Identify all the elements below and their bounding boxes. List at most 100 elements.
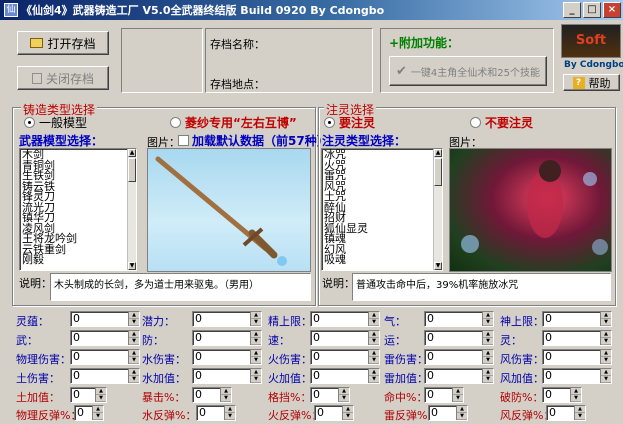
spin-buttons[interactable]: ▲ ▼ [368, 350, 379, 364]
maximize-button[interactable]: □ [583, 2, 601, 18]
weapon-model-label: 武器模型选择： [19, 134, 104, 148]
stat-input[interactable]: 0 ▲ ▼ [70, 311, 140, 327]
stat-input[interactable]: 0 ▲ ▼ [192, 330, 262, 346]
spin-buttons[interactable]: ▲ ▼ [600, 369, 611, 383]
stat-value: 0 [73, 350, 80, 363]
stat-label: 命中%： [384, 391, 428, 404]
stat-input[interactable]: 0 ▲ ▼ [192, 387, 232, 403]
spin-buttons[interactable]: ▲ ▼ [456, 406, 467, 420]
spin-buttons[interactable]: ▲ ▼ [128, 331, 139, 345]
weapon-model-list[interactable]: 木剑 青铜剑 生铁剑 铸云铁 锋灵刀 流光刀 镇华刀 凌风剑 王将龙吟剑 云铁重剑 刚毅 ▲ ▼ [19, 148, 137, 271]
close-save-button[interactable]: 关闭存档 [17, 66, 109, 90]
help-button[interactable]: ? 帮助 [563, 74, 620, 91]
stat-label: 水反弹%： [142, 409, 197, 422]
spin-buttons[interactable]: ▲ ▼ [338, 388, 349, 402]
scroll-thumb[interactable] [128, 158, 136, 182]
scroll-down-arrow[interactable]: ▼ [128, 262, 136, 270]
scroll-thumb[interactable] [434, 158, 442, 186]
stat-input[interactable]: 0 ▲ ▼ [310, 349, 380, 365]
one-click-skills-button[interactable]: ✔ 一键4主角全仙术和25个技能 [389, 56, 547, 86]
spin-buttons[interactable]: ▲ ▼ [482, 369, 493, 383]
stat-input[interactable]: 0 ▲ ▼ [70, 368, 140, 384]
spin-buttons[interactable]: ▲ ▼ [342, 406, 353, 420]
spin-buttons[interactable]: ▲ ▼ [452, 388, 463, 402]
stat-value: 0 [427, 369, 434, 382]
stat-input[interactable]: 0 ▲ ▼ [546, 405, 586, 421]
minimize-button[interactable]: _ [563, 2, 581, 18]
spin-buttons[interactable]: ▲ ▼ [128, 312, 139, 326]
list-item[interactable]: 吸魂 [324, 254, 440, 266]
stat-input[interactable]: 0 ▲ ▼ [192, 368, 262, 384]
stat-input[interactable]: 0 ▲ ▼ [428, 405, 468, 421]
spin-buttons[interactable]: ▲ ▼ [95, 388, 106, 402]
stat-input[interactable]: 0 ▲ ▼ [542, 349, 612, 365]
radio-normal-model[interactable]: 一般模型 [24, 114, 87, 131]
stat-input[interactable]: 0 ▲ ▼ [542, 330, 612, 346]
stat-value: 0 [73, 388, 80, 401]
stat-input[interactable]: 0 ▲ ▼ [310, 330, 380, 346]
stat-input[interactable]: 0 ▲ ▼ [310, 387, 350, 403]
spin-buttons[interactable]: ▲ ▼ [482, 350, 493, 364]
stat-input[interactable]: 0 ▲ ▼ [310, 368, 380, 384]
spin-buttons[interactable]: ▲ ▼ [368, 331, 379, 345]
spin-buttons[interactable]: ▲ ▼ [368, 369, 379, 383]
stat-input[interactable]: 0 ▲ ▼ [542, 311, 612, 327]
spin-buttons[interactable]: ▲ ▼ [128, 369, 139, 383]
stat-input[interactable]: 0 ▲ ▼ [310, 311, 380, 327]
stat-input[interactable]: 0 ▲ ▼ [424, 311, 494, 327]
weapon-list-scrollbar[interactable]: ▲ ▼ [127, 149, 136, 270]
spirit-description: 普通攻击命中后，39%机率施放冰咒 [352, 273, 611, 301]
spin-buttons[interactable]: ▲ ▼ [250, 369, 261, 383]
stat-input[interactable]: 0 ▲ ▼ [74, 405, 104, 421]
spin-buttons[interactable]: ▲ ▼ [128, 350, 139, 364]
load-default-checkbox[interactable]: 加载默认数据（前57种） [178, 132, 329, 149]
open-save-button[interactable]: 打开存档 [17, 31, 109, 55]
stat-input[interactable]: 0 ▲ ▼ [70, 330, 140, 346]
radio-lingsha-special[interactable]: 菱纱专用“左右互博” [170, 114, 297, 131]
spirit-type-list[interactable]: 冰咒 火咒 雷咒 风咒 土咒 醉仙 招财 狐仙显灵 镇魂 幻风 吸魂 ▲ ▼ [321, 148, 443, 271]
stat-input[interactable]: 0 ▲ ▼ [196, 405, 236, 421]
stat-label: 格挡%： [268, 391, 312, 404]
stat-value: 0 [313, 388, 320, 401]
forge-description: 木头制成的长剑，多为道士用来驱鬼。（男用） [50, 273, 311, 301]
spin-buttons[interactable]: ▲ ▼ [570, 388, 581, 402]
radio-lingsha-special-label: 菱纱专用“左右互博” [185, 116, 297, 130]
spin-buttons[interactable]: ▲ ▼ [600, 312, 611, 326]
spin-buttons[interactable]: ▲ ▼ [368, 312, 379, 326]
stat-label: 武： [16, 334, 38, 347]
spirit-list-scrollbar[interactable]: ▲ ▼ [433, 149, 442, 270]
spin-buttons[interactable]: ▲ ▼ [220, 388, 231, 402]
stat-input[interactable]: 0 ▲ ▼ [424, 387, 464, 403]
stat-input[interactable]: 0 ▲ ▼ [192, 311, 262, 327]
list-item[interactable]: 刚毅 [22, 254, 134, 266]
radio-spirit-no[interactable]: 不要注灵 [470, 114, 533, 131]
scroll-up-arrow[interactable]: ▲ [128, 149, 136, 157]
spin-buttons[interactable]: ▲ ▼ [482, 312, 493, 326]
scroll-down-arrow[interactable]: ▼ [434, 262, 442, 270]
close-button[interactable]: × [603, 2, 621, 18]
scroll-up-arrow[interactable]: ▲ [434, 149, 442, 157]
stat-input[interactable]: 0 ▲ ▼ [192, 349, 262, 365]
spin-buttons[interactable]: ▲ ▼ [600, 331, 611, 345]
stat-input[interactable]: 0 ▲ ▼ [542, 368, 612, 384]
stat-input[interactable]: 0 ▲ ▼ [70, 349, 140, 365]
spin-buttons[interactable]: ▲ ▼ [92, 406, 103, 420]
stat-input[interactable]: 0 ▲ ▼ [314, 405, 354, 421]
checkmark-icon: ✔ [396, 63, 407, 79]
stat-input[interactable]: 0 ▲ ▼ [424, 330, 494, 346]
spin-buttons[interactable]: ▲ ▼ [250, 312, 261, 326]
stat-value: 0 [545, 331, 552, 344]
spin-buttons[interactable]: ▲ ▼ [574, 406, 585, 420]
spin-buttons[interactable]: ▲ ▼ [600, 350, 611, 364]
radio-spirit-yes[interactable]: 要注灵 [324, 114, 375, 131]
spin-buttons[interactable]: ▲ ▼ [224, 406, 235, 420]
stat-value: 0 [545, 350, 552, 363]
stat-input[interactable]: 0 ▲ ▼ [70, 387, 107, 403]
stat-input[interactable]: 0 ▲ ▼ [424, 349, 494, 365]
stat-input[interactable]: 0 ▲ ▼ [542, 387, 582, 403]
spin-buttons[interactable]: ▲ ▼ [482, 331, 493, 345]
stat-input[interactable]: 0 ▲ ▼ [424, 368, 494, 384]
spin-buttons[interactable]: ▲ ▼ [250, 331, 261, 345]
spin-buttons[interactable]: ▲ ▼ [250, 350, 261, 364]
logo-text: Soft [575, 33, 607, 48]
